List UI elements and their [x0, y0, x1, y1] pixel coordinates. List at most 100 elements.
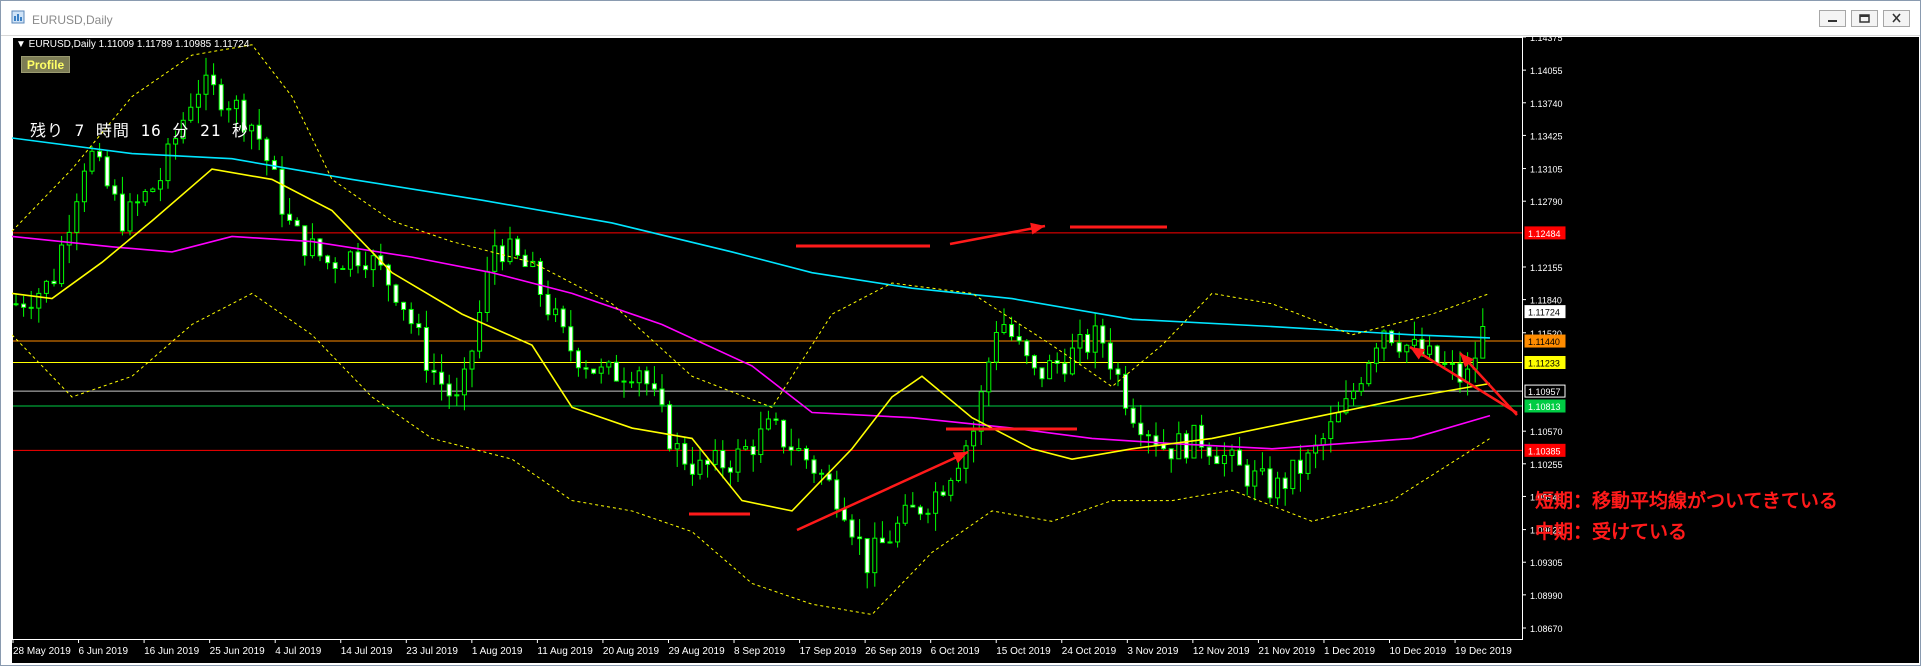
candle-body: [1335, 412, 1341, 423]
candle-body: [294, 219, 300, 227]
candle-body: [1138, 422, 1144, 436]
candle-body: [629, 381, 635, 384]
candle-body: [1183, 433, 1189, 459]
candle-body: [1259, 468, 1265, 472]
candle-body: [1054, 360, 1060, 364]
candle-body: [461, 368, 467, 396]
candle-body: [674, 443, 680, 450]
candle-body: [28, 306, 34, 309]
candle-body: [591, 368, 597, 374]
candle-body: [735, 448, 741, 473]
candle-body: [1442, 362, 1448, 365]
candle-body: [393, 284, 399, 303]
annotation-mid-term: 中期：受けている: [1535, 521, 1688, 543]
candle-body: [287, 213, 293, 221]
candle-body: [1145, 434, 1151, 437]
candle-body: [1434, 345, 1440, 365]
price-tick-label: 1.13425: [1530, 131, 1563, 141]
candle-body: [857, 536, 863, 540]
candle-body: [142, 191, 148, 203]
candle-body: [568, 326, 574, 352]
minimize-icon: [1828, 20, 1837, 22]
candle-body: [1168, 448, 1174, 460]
candle-body: [1130, 407, 1136, 424]
candle-body: [150, 188, 156, 193]
mid-term-moving-average: [12, 235, 1491, 450]
candle-body: [127, 201, 133, 232]
candle-body: [971, 430, 977, 447]
date-tick-label: 16 Jun 2019: [144, 646, 199, 657]
candle-body: [1275, 477, 1281, 499]
date-tick-label: 8 Sep 2019: [734, 646, 786, 657]
candle-body: [1100, 325, 1106, 344]
price-tick-label: 1.12790: [1530, 197, 1563, 207]
candle-body: [621, 380, 627, 383]
candle-body: [917, 506, 923, 515]
title-bar[interactable]: EURUSD,Daily: [1, 1, 1920, 36]
candle-body: [864, 538, 870, 574]
candle-body: [469, 350, 475, 370]
candle-body: [1465, 368, 1471, 383]
candle-body: [264, 138, 270, 162]
price-tag-label: 1.10385: [1528, 446, 1561, 456]
candle-body: [325, 255, 331, 264]
upper-bollinger-band: [12, 44, 1491, 408]
price-tick-label: 1.12155: [1530, 263, 1563, 273]
candle-body: [370, 255, 376, 271]
close-button[interactable]: [1883, 10, 1910, 27]
candle-body: [1092, 325, 1098, 353]
price-tag-label: 1.11233: [1528, 358, 1560, 368]
candle-body: [203, 74, 209, 95]
candle-body: [613, 361, 619, 382]
candle-body: [788, 446, 794, 451]
date-tick-label: 26 Sep 2019: [865, 646, 922, 657]
date-tick-label: 1 Aug 2019: [472, 646, 523, 657]
candle-body: [21, 303, 27, 308]
candle-body: [249, 124, 255, 132]
candle-body: [1153, 435, 1159, 446]
price-tick-label: 1.08990: [1530, 591, 1563, 601]
candle-body: [1062, 362, 1068, 375]
candle-body: [279, 168, 285, 215]
candle-body: [887, 541, 893, 544]
date-tick-label: 29 Aug 2019: [668, 646, 725, 657]
candle-body: [1214, 455, 1220, 465]
price-tag-label: 1.12484: [1528, 229, 1561, 239]
chart-canvas: 1.14375 1.14055 1.13740 1.13425 1.13105 1.127…: [12, 37, 1566, 657]
candle-body: [1297, 459, 1303, 474]
candle-body: [1244, 464, 1250, 487]
candle-body: [796, 448, 802, 451]
price-tag-label: 1.11440: [1528, 337, 1560, 347]
price-tick-label: 1.13740: [1530, 99, 1563, 109]
candle-body: [1077, 334, 1083, 349]
candle-body: [431, 369, 437, 373]
candle-body: [948, 479, 954, 496]
candle-body: [1282, 477, 1288, 490]
date-tick-label: 19 Dec 2019: [1455, 646, 1512, 657]
date-tick-label: 6 Jun 2019: [79, 646, 129, 657]
candle-body: [583, 367, 589, 370]
candle-body: [644, 370, 650, 385]
candle-body: [765, 418, 771, 430]
candle-body: [697, 459, 703, 475]
candle-body: [659, 388, 665, 406]
candle-body: [636, 370, 642, 384]
minimize-button[interactable]: [1819, 10, 1846, 27]
profile-button[interactable]: Profile: [21, 56, 70, 73]
candle-body: [682, 443, 688, 465]
long-term-moving-average: [12, 137, 1491, 339]
candle-body: [606, 361, 612, 368]
candle-body: [97, 150, 103, 158]
candle-body: [1229, 449, 1235, 456]
candle-body: [743, 446, 749, 450]
candle-body: [720, 450, 726, 469]
date-tick-label: 24 Oct 2019: [1062, 646, 1117, 657]
candle-body: [363, 265, 369, 271]
date-tick-label: 1 Dec 2019: [1324, 646, 1376, 657]
candle-body: [1427, 345, 1433, 355]
candle-body: [1373, 347, 1379, 364]
candle-body: [423, 327, 429, 371]
candle-body: [1237, 449, 1243, 466]
price-chart[interactable]: 1.14375 1.14055 1.13740 1.13425 1.13105 1.127…: [12, 37, 1919, 663]
restore-button[interactable]: [1851, 10, 1878, 27]
